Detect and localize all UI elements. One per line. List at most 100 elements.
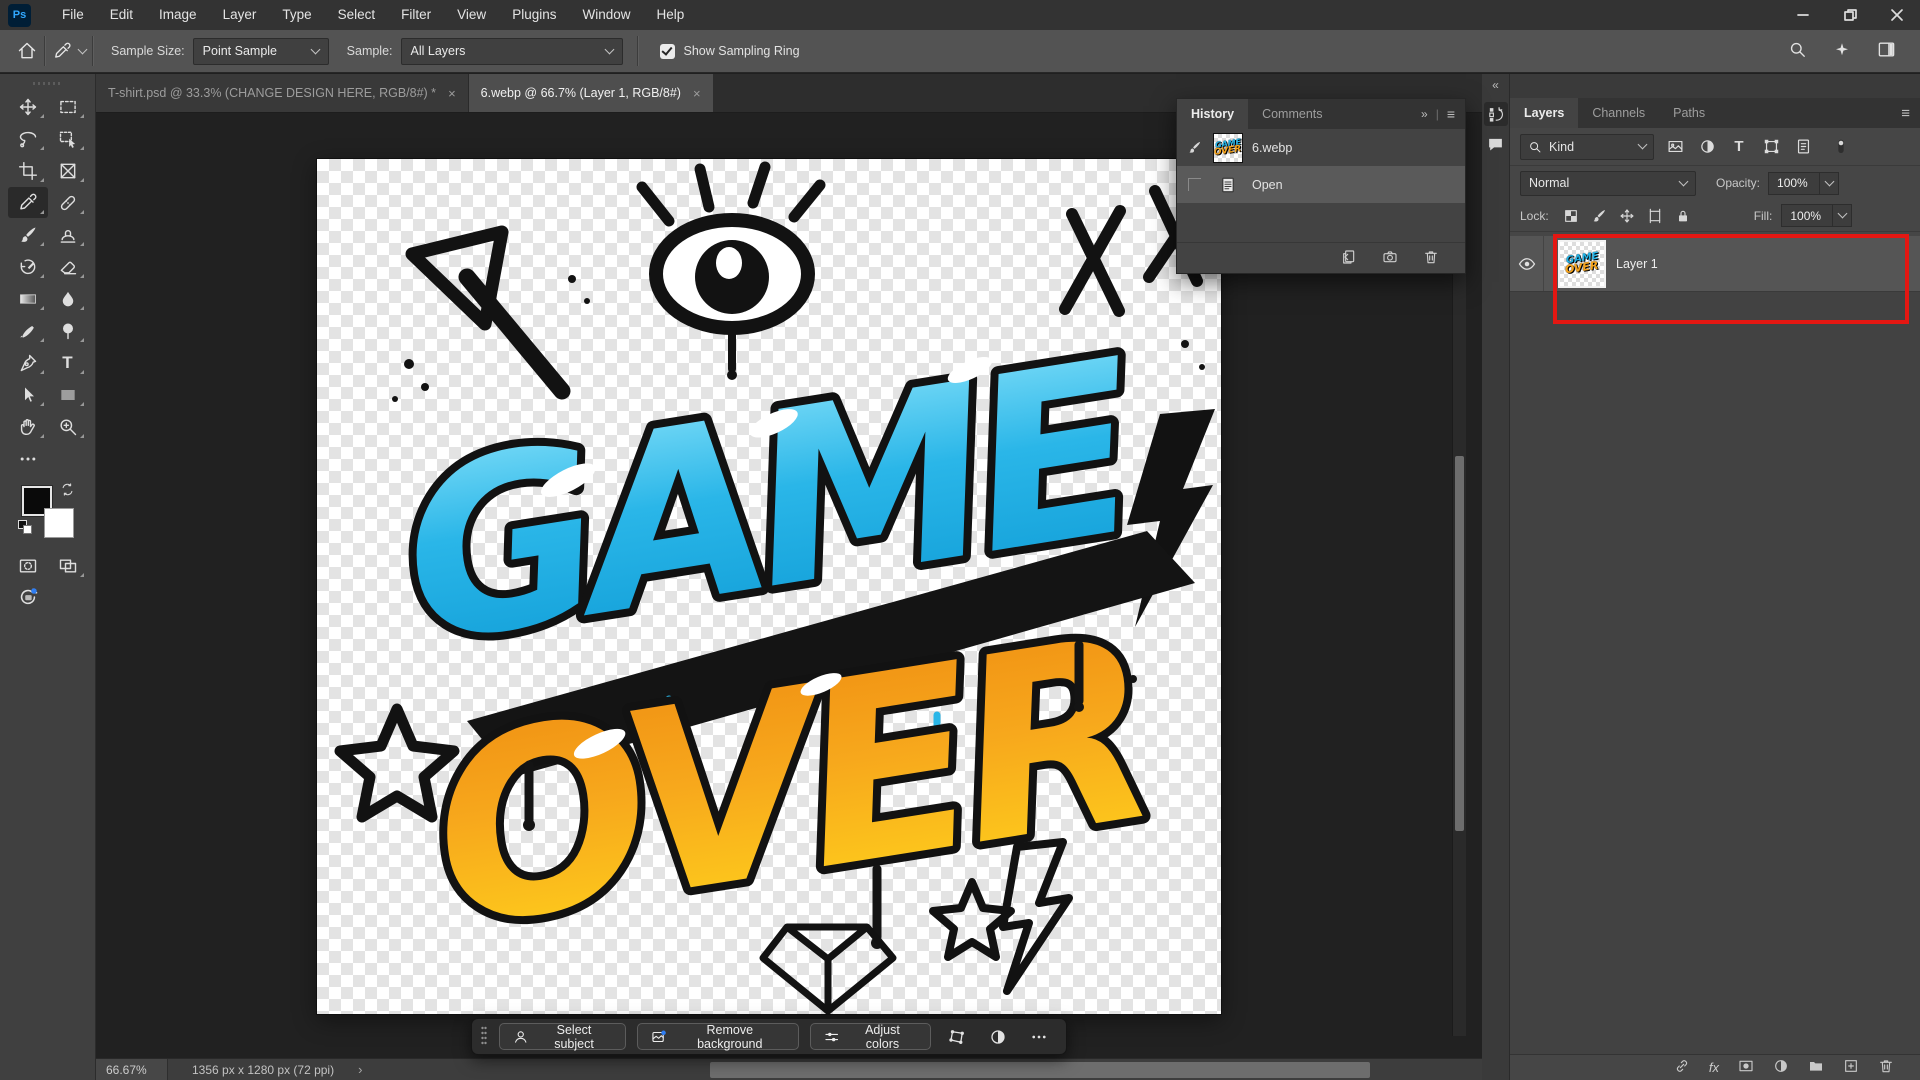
new-adjustment-layer-icon[interactable] xyxy=(1773,1058,1789,1077)
filter-toggle-pin[interactable] xyxy=(1830,137,1852,157)
fill-field[interactable]: 100% xyxy=(1781,204,1852,227)
blend-mode-dropdown[interactable]: Normal xyxy=(1520,171,1696,196)
delete-layer-trash-icon[interactable] xyxy=(1878,1058,1894,1077)
opacity-field[interactable]: 100% xyxy=(1768,172,1839,195)
sample-dropdown[interactable]: All Layers xyxy=(401,38,623,65)
layer-style-fx-icon[interactable]: fx xyxy=(1709,1060,1719,1075)
lock-image-pixels-icon[interactable] xyxy=(1588,208,1611,224)
select-subject-button[interactable]: Select subject xyxy=(499,1023,626,1050)
history-source-checkbox[interactable] xyxy=(1184,178,1204,191)
layer-row-layer1[interactable]: GAMEOVER Layer 1 xyxy=(1510,236,1920,292)
crop-tool-icon[interactable] xyxy=(8,155,48,186)
menu-help[interactable]: Help xyxy=(643,0,697,30)
rectangle-shape-tool-icon[interactable] xyxy=(48,379,88,410)
screen-mode-icon[interactable] xyxy=(48,550,88,581)
menu-layer[interactable]: Layer xyxy=(210,0,270,30)
tab-comments[interactable]: Comments xyxy=(1248,99,1336,129)
toolbar-grip[interactable] xyxy=(33,82,63,85)
eraser-tool-icon[interactable] xyxy=(48,251,88,282)
cloud-sync-icon[interactable] xyxy=(8,581,48,612)
lock-artboard-icon[interactable] xyxy=(1644,208,1667,224)
new-layer-icon[interactable] xyxy=(1843,1058,1859,1077)
more-options-icon[interactable] xyxy=(1024,1023,1054,1050)
filter-smart-objects-icon[interactable] xyxy=(1792,138,1814,155)
zoom-tool-icon[interactable] xyxy=(48,411,88,442)
lock-transparent-pixels-icon[interactable] xyxy=(1560,208,1583,224)
tab-channels[interactable]: Channels xyxy=(1578,98,1659,128)
opacity-dropdown-icon[interactable] xyxy=(1820,172,1839,195)
rectangular-marquee-tool-icon[interactable] xyxy=(48,91,88,122)
quick-mask-icon[interactable] xyxy=(8,550,48,581)
show-sampling-ring-checkbox[interactable] xyxy=(660,44,675,59)
photoshop-logo[interactable]: Ps xyxy=(8,4,31,27)
history-snapshot-row[interactable]: GAMEOVER 6.webp xyxy=(1177,129,1465,166)
add-layer-mask-icon[interactable] xyxy=(1738,1058,1754,1077)
swap-colors-icon[interactable] xyxy=(60,482,75,500)
history-brush-source-icon[interactable] xyxy=(1184,140,1204,155)
gradient-tool-icon[interactable] xyxy=(8,283,48,314)
history-panel-icon[interactable] xyxy=(1484,102,1508,126)
new-document-from-state-icon[interactable] xyxy=(1341,249,1357,268)
blur-tool-icon[interactable] xyxy=(48,283,88,314)
panel-menu-icon[interactable]: ≡ xyxy=(1901,105,1910,122)
collapse-panel-icon[interactable]: » xyxy=(1421,107,1428,121)
menu-plugins[interactable]: Plugins xyxy=(499,0,569,30)
delete-state-trash-icon[interactable] xyxy=(1423,249,1439,268)
menu-view[interactable]: View xyxy=(444,0,499,30)
frame-tool-icon[interactable] xyxy=(48,155,88,186)
sparkle-icon[interactable] xyxy=(1833,41,1851,62)
history-brush-tool-icon[interactable] xyxy=(8,251,48,282)
layer-visibility-eye-icon[interactable] xyxy=(1510,236,1544,291)
canvas[interactable]: GAME OVER xyxy=(317,159,1221,1014)
menu-file[interactable]: File xyxy=(49,0,97,30)
transform-icon[interactable] xyxy=(942,1023,972,1050)
tab-paths[interactable]: Paths xyxy=(1659,98,1719,128)
edit-toolbar-icon[interactable] xyxy=(8,443,48,474)
eyedropper-flyout-chevron[interactable] xyxy=(78,44,88,54)
document-tab-6webp[interactable]: 6.webp @ 66.7% (Layer 1, RGB/8#) × xyxy=(469,74,713,112)
remove-background-button[interactable]: Remove background xyxy=(637,1023,800,1050)
filter-type-layers-icon[interactable]: T xyxy=(1728,138,1750,155)
spot-healing-brush-tool-icon[interactable] xyxy=(48,187,88,218)
fill-dropdown-icon[interactable] xyxy=(1833,204,1852,227)
brush-tool-icon[interactable] xyxy=(8,219,48,250)
kind-filter-dropdown[interactable]: Kind xyxy=(1520,134,1654,160)
zoom-level-field[interactable]: 66.67% xyxy=(96,1059,168,1080)
adjust-colors-button[interactable]: Adjust colors xyxy=(810,1023,931,1050)
adjustment-contrast-icon[interactable] xyxy=(983,1023,1013,1050)
vertical-scrollbar[interactable] xyxy=(1452,152,1466,1036)
menu-filter[interactable]: Filter xyxy=(388,0,444,30)
menu-window[interactable]: Window xyxy=(569,0,643,30)
minimize-icon[interactable] xyxy=(1779,0,1826,30)
clone-stamp-tool-icon[interactable] xyxy=(48,219,88,250)
menu-type[interactable]: Type xyxy=(269,0,324,30)
workspace-switcher-icon[interactable] xyxy=(1877,40,1896,62)
comments-panel-icon[interactable] xyxy=(1484,132,1508,156)
tab-layers[interactable]: Layers xyxy=(1510,98,1578,128)
tab-history[interactable]: History xyxy=(1177,99,1248,129)
new-group-folder-icon[interactable] xyxy=(1808,1058,1824,1077)
close-window-icon[interactable] xyxy=(1873,0,1920,30)
filter-pixel-layers-icon[interactable] xyxy=(1664,138,1686,155)
smudge-tool-icon[interactable] xyxy=(8,315,48,346)
link-layers-icon[interactable] xyxy=(1674,1058,1690,1077)
pen-tool-icon[interactable] xyxy=(8,347,48,378)
layer-name[interactable]: Layer 1 xyxy=(1616,257,1658,271)
object-selection-tool-icon[interactable] xyxy=(48,123,88,154)
default-colors-icon[interactable] xyxy=(18,520,32,534)
menu-image[interactable]: Image xyxy=(146,0,210,30)
taskbar-drag-handle[interactable] xyxy=(480,1025,488,1048)
lock-position-icon[interactable] xyxy=(1616,208,1639,224)
horizontal-scrollbar-thumb[interactable] xyxy=(710,1062,1370,1078)
panel-menu-icon[interactable]: ≡ xyxy=(1447,106,1455,122)
close-tab-icon[interactable]: × xyxy=(693,86,701,101)
collapse-dock-icon[interactable]: « xyxy=(1492,74,1499,96)
hand-tool-icon[interactable] xyxy=(8,411,48,442)
dodge-tool-icon[interactable] xyxy=(48,315,88,346)
search-icon[interactable] xyxy=(1788,40,1807,62)
menu-edit[interactable]: Edit xyxy=(97,0,146,30)
history-state-row-open[interactable]: Open xyxy=(1177,166,1465,203)
lock-all-icon[interactable] xyxy=(1672,208,1695,224)
vertical-scrollbar-thumb[interactable] xyxy=(1455,456,1464,831)
eyedropper-tool[interactable] xyxy=(8,187,48,218)
